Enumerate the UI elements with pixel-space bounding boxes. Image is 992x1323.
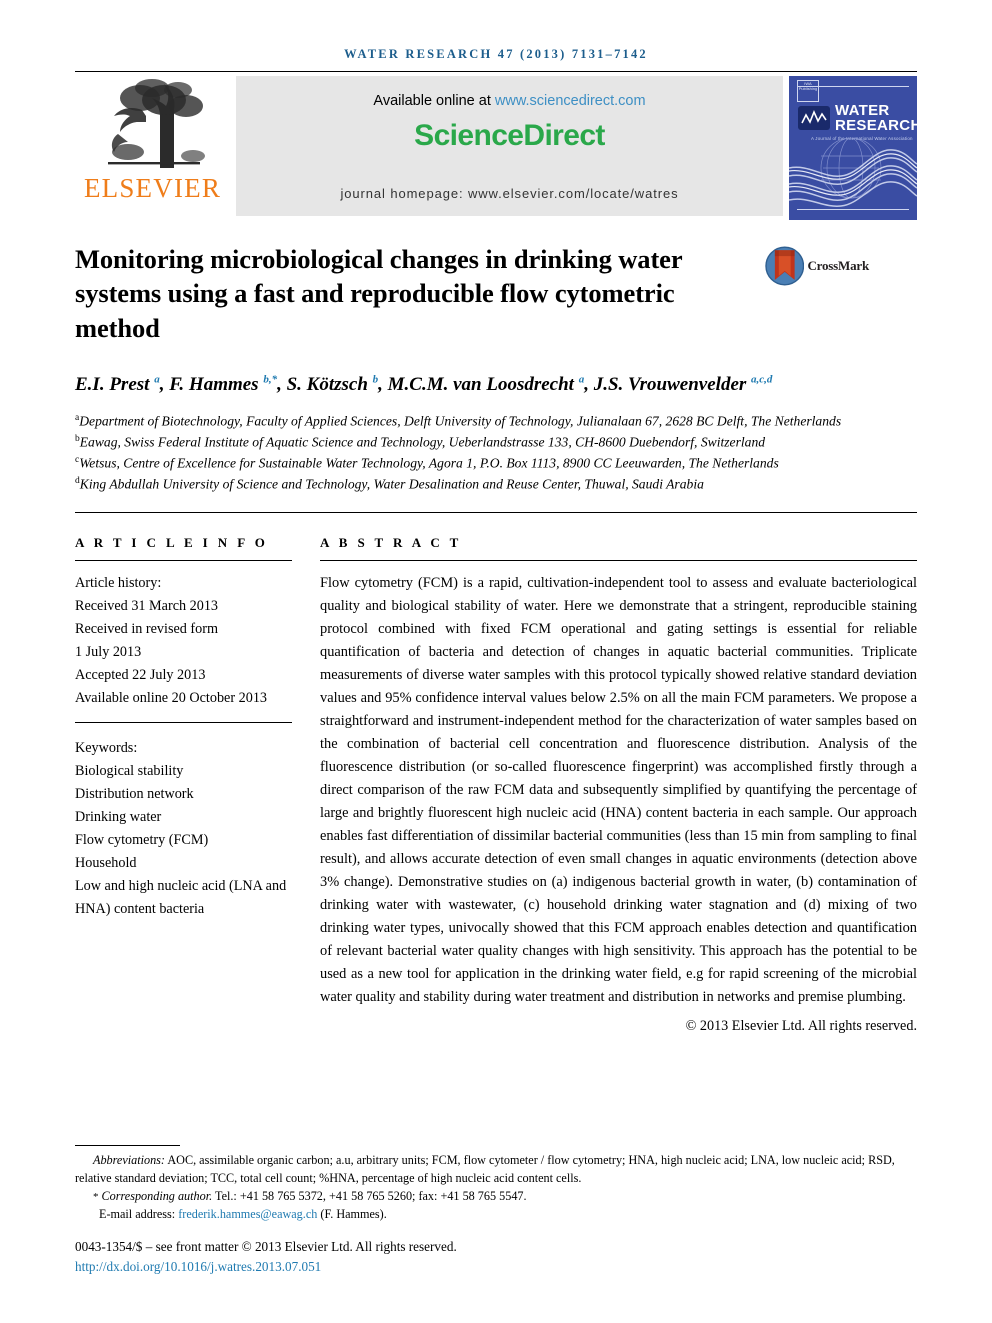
email-suffix: (F. Hammes).: [317, 1206, 387, 1221]
article-history-item: Received in revised form: [75, 620, 219, 637]
page-title: Monitoring microbiological changes in dr…: [75, 244, 683, 343]
masthead: ELSEVIER Available online at www.science…: [75, 72, 917, 222]
email-note: E-mail address: frederik.hammes@eawag.ch…: [75, 1206, 917, 1224]
article-info-rule: [75, 559, 292, 561]
elsevier-logo: ELSEVIER: [75, 72, 230, 222]
article-history-items: Received 31 March 2013 Received in revise…: [75, 595, 292, 710]
page-footer: 0043-1354/$ – see front matter © 2013 El…: [75, 1237, 917, 1277]
keyword-item: Drinking water: [75, 808, 162, 825]
iwa-publishing-badge: IWA Publishing: [797, 80, 819, 102]
affiliation-marker: b: [75, 434, 80, 445]
content-divider: [75, 511, 917, 513]
abbreviations-note: Abbreviations: AOC, assimilable organic …: [75, 1152, 917, 1187]
keyword-item: Flow cytometry (FCM): [75, 831, 209, 848]
corresponding-author-marker: *: [93, 1190, 99, 1203]
article-info-heading: A R T I C L E I N F O: [75, 534, 269, 550]
sciencedirect-wordmark: ScienceDirect: [414, 119, 605, 152]
email-link[interactable]: frederik.hammes@eawag.ch: [178, 1207, 317, 1221]
article-history-label: Article history:: [75, 574, 162, 591]
article-info-column: A R T I C L E I N F O Article history: R…: [75, 535, 320, 1035]
keywords-block: Keywords: Biological stability Distributi…: [75, 737, 292, 921]
abstract-text: Flow cytometry (FCM) is a rapid, cultiva…: [320, 574, 917, 1006]
sciencedirect-url-link[interactable]: www.sciencedirect.com: [495, 93, 646, 109]
author-list: E.I. Prest a, F. Hammes b,*, S. Kötzsch …: [75, 373, 773, 396]
journal-cover: IWA Publishing WATER RESEARCH A Journal …: [789, 76, 917, 220]
keyword-item: Low and high nucleic acid (LNA and HNA) …: [75, 877, 287, 917]
affiliation-item: cWetsus, Centre of Excellence for Sustai…: [75, 455, 779, 471]
affiliation-item: dKing Abdullah University of Science and…: [75, 476, 704, 492]
title-row: Monitoring microbiological changes in dr…: [75, 242, 917, 345]
affiliation-marker: a: [75, 412, 80, 423]
cover-title-line1: WATER: [835, 102, 890, 119]
keyword-item: Biological stability: [75, 762, 184, 779]
running-head: WATER RESEARCH 47 (2013) 7131–7142: [344, 47, 648, 61]
info-abstract-columns: A R T I C L E I N F O Article history: R…: [75, 535, 917, 1035]
keywords-items: Biological stability Distribution network…: [75, 760, 292, 921]
keyword-item: Household: [75, 854, 137, 871]
journal-article-first-page: WATER RESEARCH 47 (2013) 7131–7142 ELSEV…: [0, 0, 992, 1323]
email-label: E-mail address:: [99, 1206, 176, 1221]
crossmark-icon: [765, 246, 805, 286]
corresponding-author-note: * Corresponding author. Tel.: +41 58 765…: [75, 1188, 917, 1206]
article-history: Article history: Received 31 March 2013 R…: [75, 572, 292, 710]
keyword-item: Distribution network: [75, 785, 194, 802]
abstract-rule: [320, 559, 917, 561]
abbreviations-text: AOC, assimilable organic carbon; a.u, ar…: [75, 1153, 895, 1186]
cover-title-line2: RESEARCH: [835, 117, 917, 135]
affiliation-item: bEawag, Swiss Federal Institute of Aquat…: [75, 434, 766, 450]
available-online-text: Available online at: [373, 93, 495, 109]
doi-link[interactable]: http://dx.doi.org/10.1016/j.watres.2013.…: [75, 1257, 917, 1277]
crossmark-badge[interactable]: CrossMark: [765, 246, 869, 286]
abbreviations-label: Abbreviations:: [93, 1153, 165, 1168]
corresponding-author-label: Corresponding author.: [101, 1188, 213, 1203]
footnote-divider: [75, 1145, 180, 1147]
abstract-heading: A B S T R A C T: [320, 534, 462, 550]
abstract-copyright: © 2013 Elsevier Ltd. All rights reserved…: [685, 1017, 917, 1034]
available-online-line: Available online at www.sciencedirect.co…: [373, 93, 645, 109]
abstract-body: Flow cytometry (FCM) is a rapid, cultiva…: [320, 572, 917, 1010]
iwa-logo-icon: [798, 106, 830, 130]
elsevier-tree-icon: [107, 79, 205, 168]
affiliation-list: aDepartment of Biotechnology, Faculty of…: [75, 411, 875, 496]
journal-homepage-line[interactable]: journal homepage: www.elsevier.com/locat…: [340, 186, 678, 201]
affiliation-marker: d: [75, 476, 80, 487]
issn-copyright-line: 0043-1354/$ – see front matter © 2013 El…: [75, 1239, 457, 1255]
keywords-rule: [75, 721, 292, 723]
article-history-item: Accepted 22 July 2013: [75, 666, 206, 683]
keywords-label: Keywords:: [75, 739, 138, 756]
corresponding-author-contact: Tel.: +41 58 765 5372, +41 58 765 5260; …: [212, 1188, 527, 1203]
footnotes-area: Abbreviations: AOC, assimilable organic …: [75, 1145, 917, 1277]
article-history-item: 1 July 2013: [75, 643, 142, 660]
article-history-item: Available online 20 October 2013: [75, 689, 268, 706]
sciencedirect-banner: Available online at www.sciencedirect.co…: [236, 76, 783, 216]
cover-wave-graphic: [789, 138, 917, 207]
crossmark-label: CrossMark: [807, 258, 869, 273]
elsevier-wordmark: ELSEVIER: [83, 173, 222, 203]
cover-title: WATER RESEARCH: [835, 103, 917, 134]
abstract-column: A B S T R A C T Flow cytometry (FCM) is …: [320, 535, 917, 1035]
footnotes: Abbreviations: AOC, assimilable organic …: [75, 1152, 917, 1223]
affiliation-marker: c: [75, 455, 80, 466]
article-history-item: Received 31 March 2013: [75, 597, 219, 614]
affiliation-item: aDepartment of Biotechnology, Faculty of…: [75, 412, 842, 429]
